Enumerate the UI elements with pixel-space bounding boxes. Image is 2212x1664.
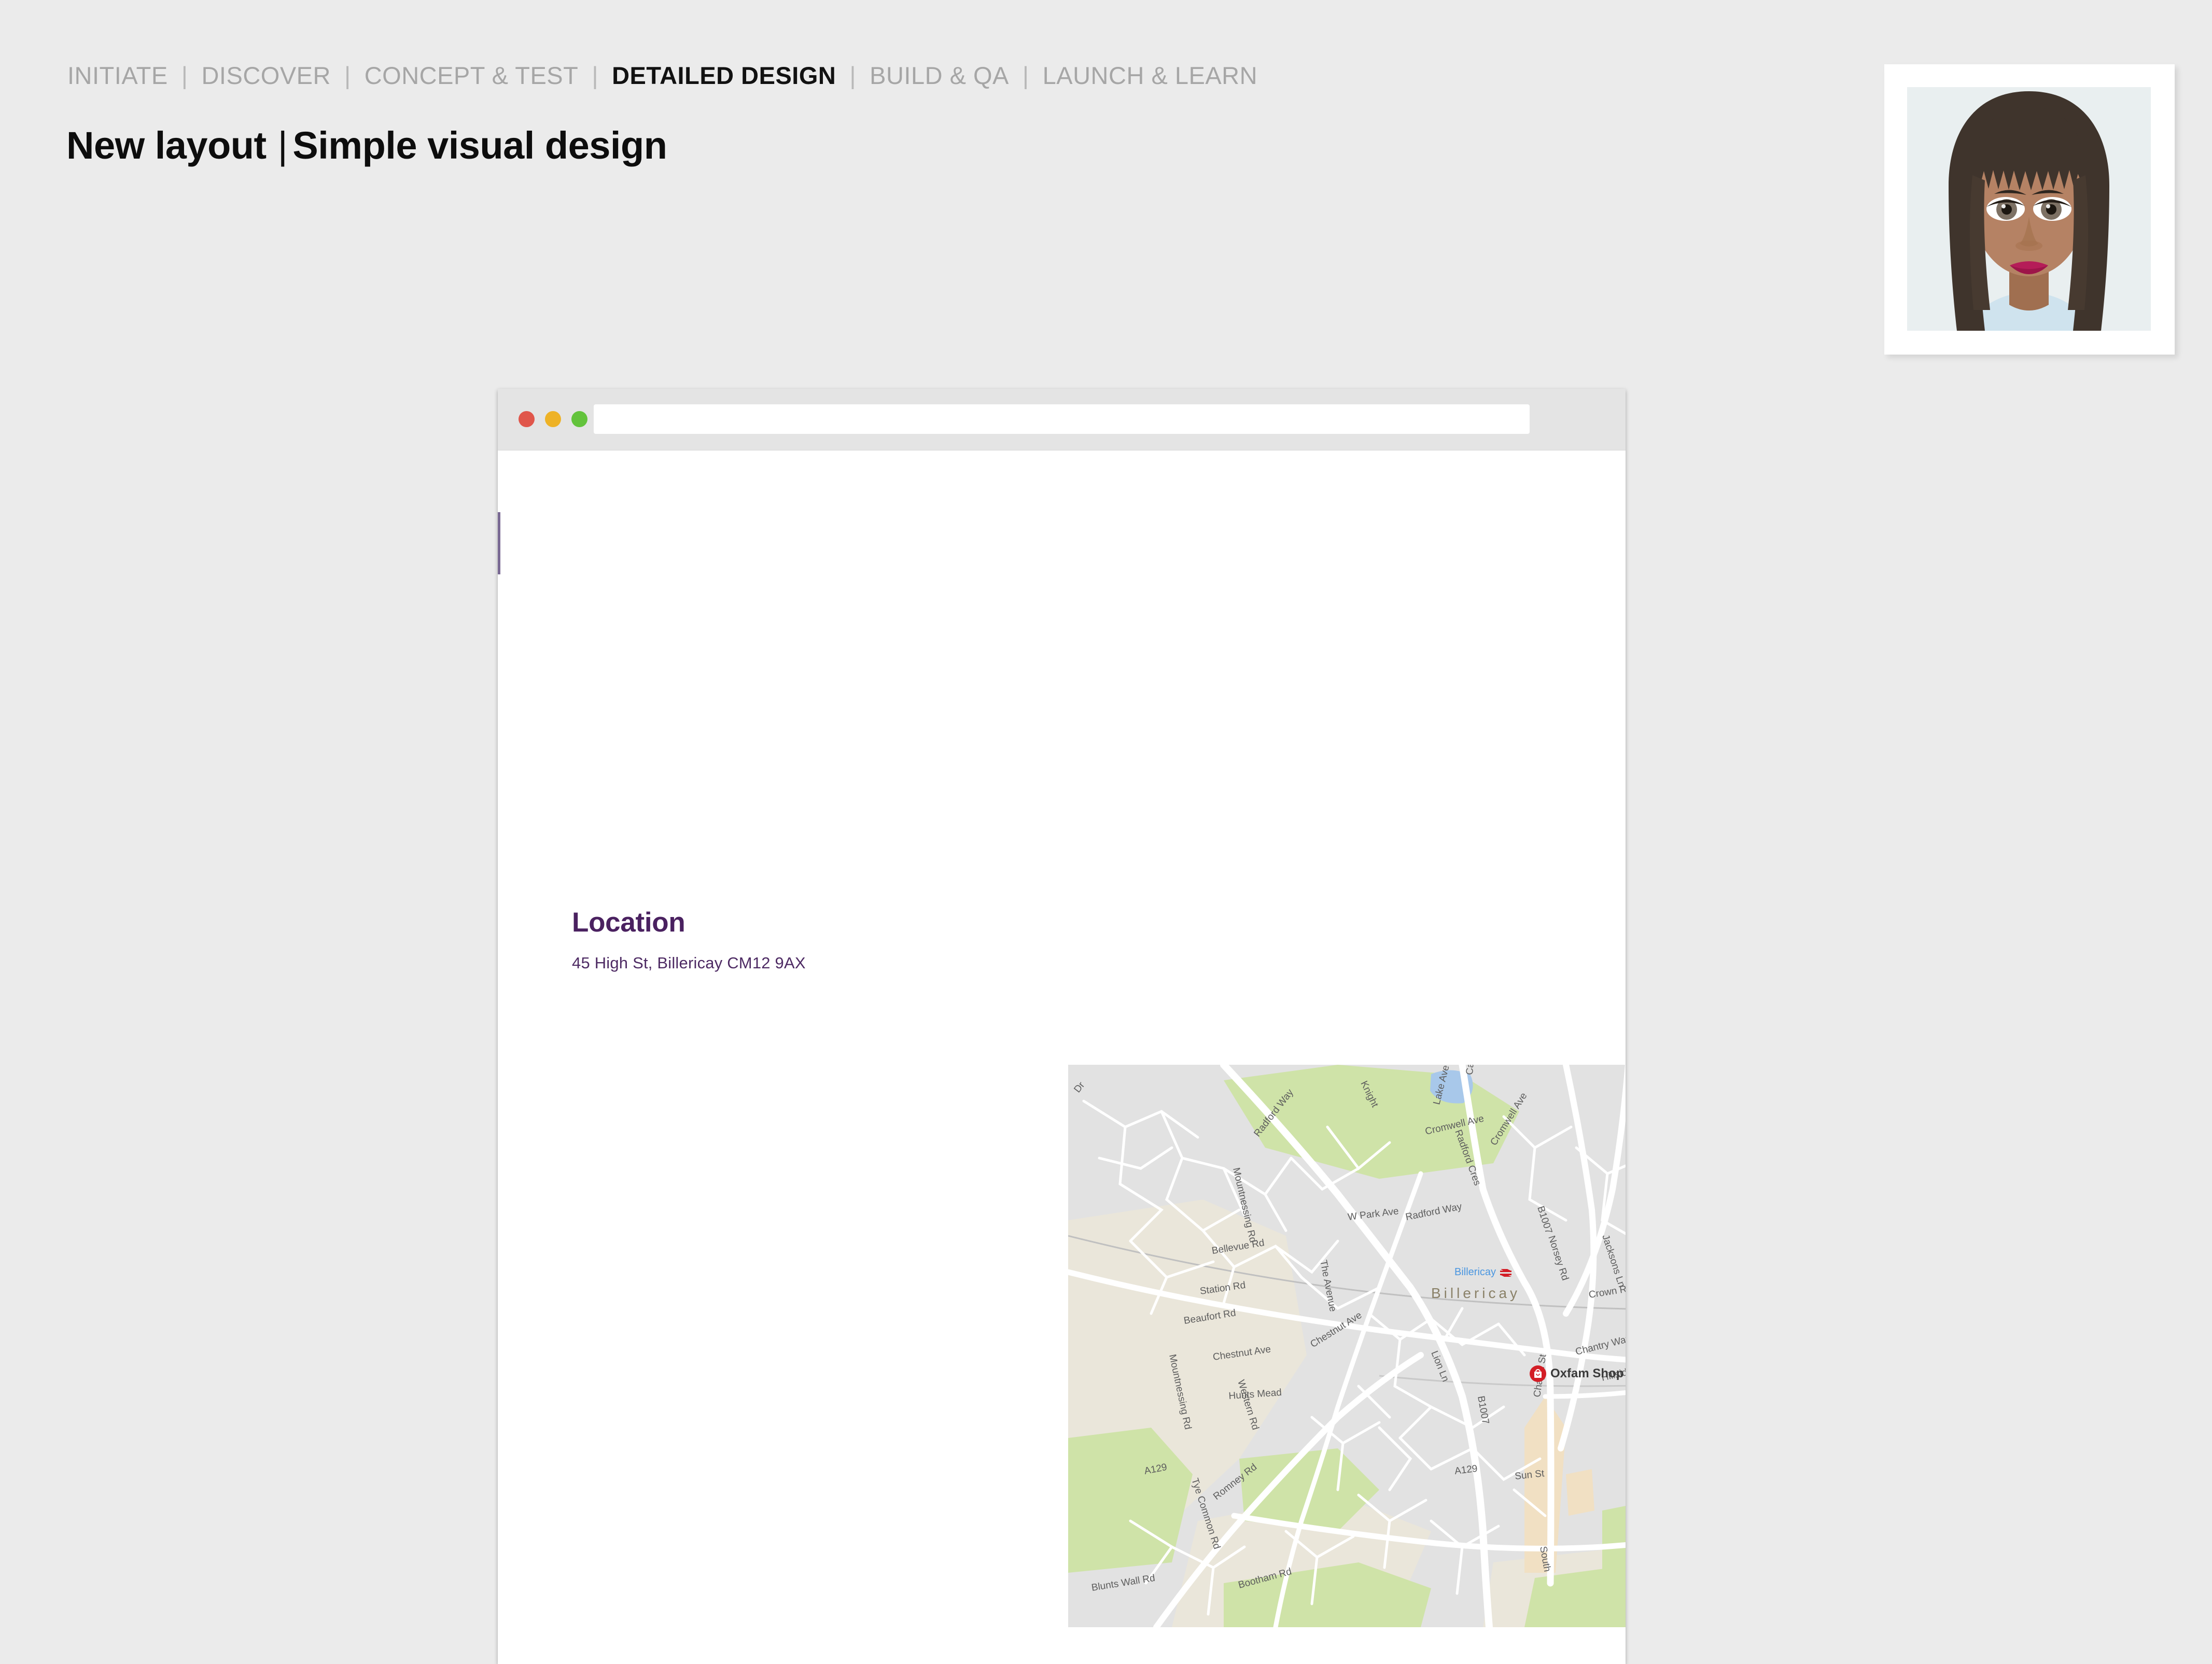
map-label-billericay-town: Billericay <box>1431 1285 1520 1301</box>
sidebar-accent-bar <box>498 512 500 574</box>
phase-item-detailed-design[interactable]: DETAILED DESIGN <box>612 61 836 90</box>
location-map[interactable]: .rdlbl{font-family:"Liberation Sans",san… <box>1068 1065 1626 1627</box>
page-content: Location 45 High St, Billericay CM12 9AX… <box>498 450 1626 1664</box>
browser-window: Location 45 High St, Billericay CM12 9AX… <box>498 389 1626 1664</box>
phase-item-concept-and-test[interactable]: CONCEPT & TEST <box>365 61 579 90</box>
phase-item-launch-and-learn[interactable]: LAUNCH & LEARN <box>1043 61 1257 90</box>
avatar-card <box>1884 64 2175 355</box>
location-section-heading: Location <box>572 907 685 938</box>
page-title-left: New layout <box>66 124 267 167</box>
minimize-window-button[interactable] <box>545 411 561 427</box>
phase-separator: | <box>1022 62 1029 89</box>
oxfam-shop-marker[interactable]: Oxfam Shop <box>1530 1365 1623 1382</box>
avatar <box>1907 87 2151 331</box>
phase-nav: INITIATE | DISCOVER | CONCEPT & TEST | D… <box>67 61 1257 90</box>
phase-separator: | <box>344 62 351 89</box>
maximize-window-button[interactable] <box>571 411 587 427</box>
map-canvas: .rdlbl{font-family:"Liberation Sans",san… <box>1068 1065 1626 1627</box>
close-window-button[interactable] <box>519 411 535 427</box>
map-label-billericay-station: Billericay <box>1454 1266 1496 1278</box>
location-title: Location <box>572 907 685 938</box>
avatar-illustration <box>1907 87 2151 331</box>
phase-separator: | <box>592 62 599 89</box>
page-title-separator: | <box>277 124 288 167</box>
location-address: 45 High St, Billericay CM12 9AX <box>572 954 806 972</box>
phase-item-discover[interactable]: DISCOVER <box>201 61 331 90</box>
phase-separator: | <box>181 62 188 89</box>
oxfam-shop-marker-label: Oxfam Shop <box>1550 1366 1623 1380</box>
page-title: New layout | Simple visual design <box>66 123 667 167</box>
window-controls <box>519 411 587 427</box>
page-title-right: Simple visual design <box>292 124 667 167</box>
browser-chrome <box>498 389 1626 450</box>
phase-item-build-and-qa[interactable]: BUILD & QA <box>870 61 1009 90</box>
phase-separator: | <box>849 62 857 89</box>
phase-item-initiate[interactable]: INITIATE <box>67 61 168 90</box>
url-input[interactable] <box>594 404 1530 434</box>
